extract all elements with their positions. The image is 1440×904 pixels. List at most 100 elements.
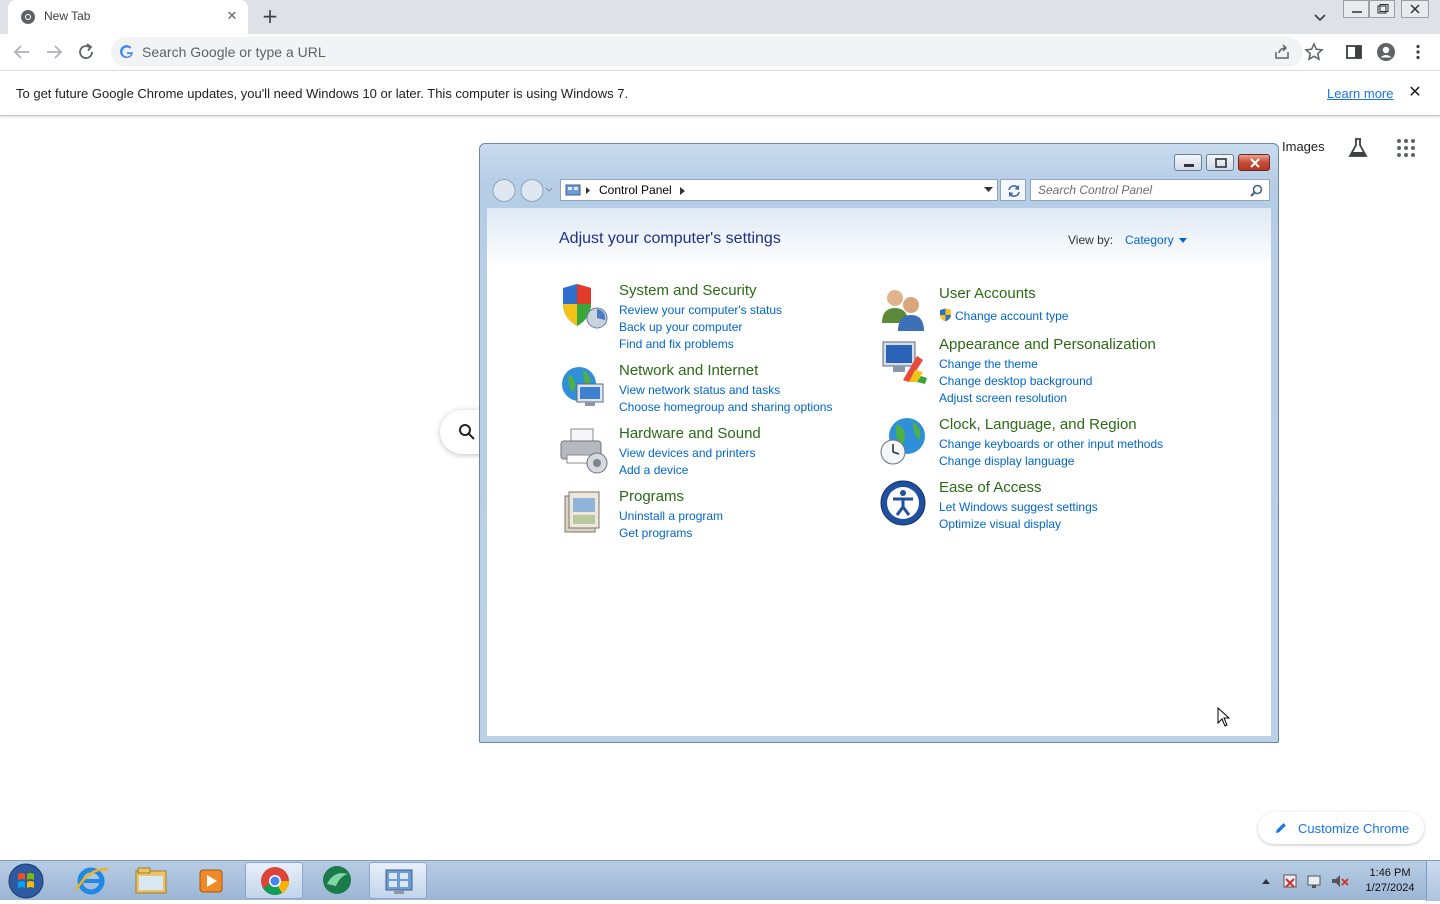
category-link[interactable]: Change desktop background: [939, 374, 1092, 388]
breadcrumb-chevron-icon[interactable]: [679, 186, 687, 196]
category-title[interactable]: Ease of Access: [939, 479, 1042, 496]
category-link[interactable]: Get programs: [619, 526, 692, 540]
file-explorer-icon[interactable]: [122, 862, 180, 899]
category-link[interactable]: Uninstall a program: [619, 509, 723, 523]
minimize-button[interactable]: [1343, 0, 1369, 18]
category-title[interactable]: Network and Internet: [619, 362, 758, 379]
address-dropdown-icon[interactable]: [984, 187, 993, 193]
clock-time: 1:46 PM: [1369, 867, 1411, 879]
category-link[interactable]: Add a device: [619, 463, 688, 477]
images-link[interactable]: Images: [1282, 139, 1325, 154]
mouse-cursor-icon: [1217, 707, 1231, 727]
category-title[interactable]: Hardware and Sound: [619, 425, 761, 442]
cp-maximize-button[interactable]: [1206, 154, 1234, 171]
category-link[interactable]: Change display language: [939, 454, 1074, 468]
control-panel-icon[interactable]: [369, 862, 427, 899]
tab-close-icon[interactable]: ✕: [224, 9, 240, 25]
programs-icon: [564, 491, 600, 533]
category-title[interactable]: User Accounts: [939, 285, 1036, 302]
pencil-icon: [1276, 823, 1286, 833]
cp-content-area: Adjust your computer's settings View by:…: [487, 208, 1271, 736]
google-icon: [120, 45, 133, 59]
cp-breadcrumb[interactable]: Control Panel: [599, 183, 672, 197]
taskbar-clock[interactable]: 1:46 PM 1/27/2024: [1358, 866, 1422, 896]
category-link[interactable]: Let Windows suggest settings: [939, 500, 1098, 514]
monitor-paint-icon: [882, 341, 927, 384]
cp-close-button[interactable]: [1238, 154, 1270, 171]
menu-kebab-icon[interactable]: [1408, 42, 1428, 62]
media-player-icon[interactable]: [182, 862, 240, 899]
bookmark-star-icon[interactable]: [1304, 42, 1324, 62]
chrome-icon[interactable]: [245, 862, 303, 899]
address-bar[interactable]: Search Google or type a URL: [111, 37, 1303, 67]
category-link[interactable]: Find and fix problems: [619, 337, 734, 351]
learn-more-link[interactable]: Learn more: [1327, 86, 1393, 101]
cp-back-forward-icon[interactable]: [490, 178, 556, 203]
address-bar-placeholder: Search Google or type a URL: [142, 44, 326, 60]
tab-title: New Tab: [44, 9, 91, 23]
refresh-arrows-icon: [1008, 185, 1020, 197]
dropdown-caret-icon: [1178, 238, 1187, 244]
back-icon[interactable]: [10, 40, 34, 64]
start-button-icon[interactable]: [6, 862, 46, 900]
share-icon[interactable]: [1272, 42, 1292, 62]
reload-icon[interactable]: [74, 40, 98, 64]
category-title[interactable]: Programs: [619, 488, 684, 505]
system-tray-icons[interactable]: [1258, 873, 1354, 889]
category-link[interactable]: Change the theme: [939, 357, 1038, 371]
view-by-dropdown[interactable]: Category: [1125, 233, 1187, 247]
view-by-label: View by:: [1068, 233, 1114, 247]
category-title[interactable]: System and Security: [619, 282, 757, 299]
search-icon: [459, 424, 475, 440]
category-title[interactable]: Appearance and Personalization: [939, 336, 1156, 353]
forward-icon[interactable]: [42, 40, 66, 64]
google-apps-icon[interactable]: [1396, 138, 1416, 158]
category-link[interactable]: Adjust screen resolution: [939, 391, 1067, 405]
tab-search-icon[interactable]: [1310, 7, 1330, 27]
infobar-message: To get future Google Chrome updates, you…: [16, 86, 629, 101]
cp-address-bar[interactable]: Control Panel: [560, 179, 998, 201]
ease-of-access-icon: [880, 480, 926, 526]
control-panel-small-icon: [565, 184, 590, 196]
uac-shield-icon: [940, 308, 951, 322]
category-link[interactable]: Review your computer's status: [619, 303, 782, 317]
update-infobar: To get future Google Chrome updates, you…: [0, 70, 1440, 116]
profile-avatar-icon[interactable]: [1376, 42, 1396, 62]
cp-search-box[interactable]: Search Control Panel: [1030, 179, 1270, 201]
show-desktop-button[interactable]: [1426, 861, 1440, 901]
customize-chrome-button[interactable]: Customize Chrome: [1258, 812, 1424, 844]
cp-page-heading: Adjust your computer's settings: [559, 230, 781, 247]
control-panel-window: Control Panel Search Control Panel Adjus…: [479, 143, 1279, 743]
cp-navigation-bar: Control Panel Search Control Panel: [488, 176, 1270, 204]
shield-icon: [563, 284, 608, 329]
tab-new-tab[interactable]: New Tab ✕: [8, 0, 248, 34]
side-panel-icon[interactable]: [1344, 42, 1364, 62]
printer-icon: [560, 428, 608, 474]
app-icon[interactable]: [308, 862, 366, 899]
category-link[interactable]: View devices and printers: [619, 446, 756, 460]
new-tab-button[interactable]: +: [258, 5, 282, 29]
internet-explorer-icon[interactable]: [62, 862, 120, 899]
category-link[interactable]: Change keyboards or other input methods: [939, 437, 1163, 451]
magnifier-icon: [1250, 184, 1263, 197]
category-link[interactable]: Change account type: [955, 309, 1068, 323]
customize-chrome-label: Customize Chrome: [1298, 821, 1410, 836]
restore-button[interactable]: [1369, 0, 1395, 18]
windows-taskbar: 1:46 PM 1/27/2024: [0, 860, 1440, 901]
cp-refresh-button[interactable]: [1000, 179, 1026, 201]
browser-toolbar: Search Google or type a URL: [0, 34, 1440, 70]
clock-date: 1/27/2024: [1365, 882, 1415, 894]
cp-search-placeholder: Search Control Panel: [1038, 183, 1153, 197]
category-link[interactable]: Optimize visual display: [939, 517, 1061, 531]
infobar-close-icon[interactable]: ✕: [1405, 82, 1425, 102]
category-link[interactable]: Choose homegroup and sharing options: [619, 400, 832, 414]
category-link[interactable]: Back up your computer: [619, 320, 742, 334]
cp-minimize-button[interactable]: [1174, 154, 1202, 171]
globe-clock-icon: [880, 418, 925, 465]
category-title[interactable]: Clock, Language, and Region: [939, 416, 1137, 433]
category-link[interactable]: View network status and tasks: [619, 383, 780, 397]
close-window-button[interactable]: [1401, 0, 1429, 18]
tab-strip: New Tab ✕ +: [0, 0, 1440, 34]
labs-flask-icon[interactable]: [1346, 136, 1370, 160]
users-icon: [882, 290, 924, 331]
